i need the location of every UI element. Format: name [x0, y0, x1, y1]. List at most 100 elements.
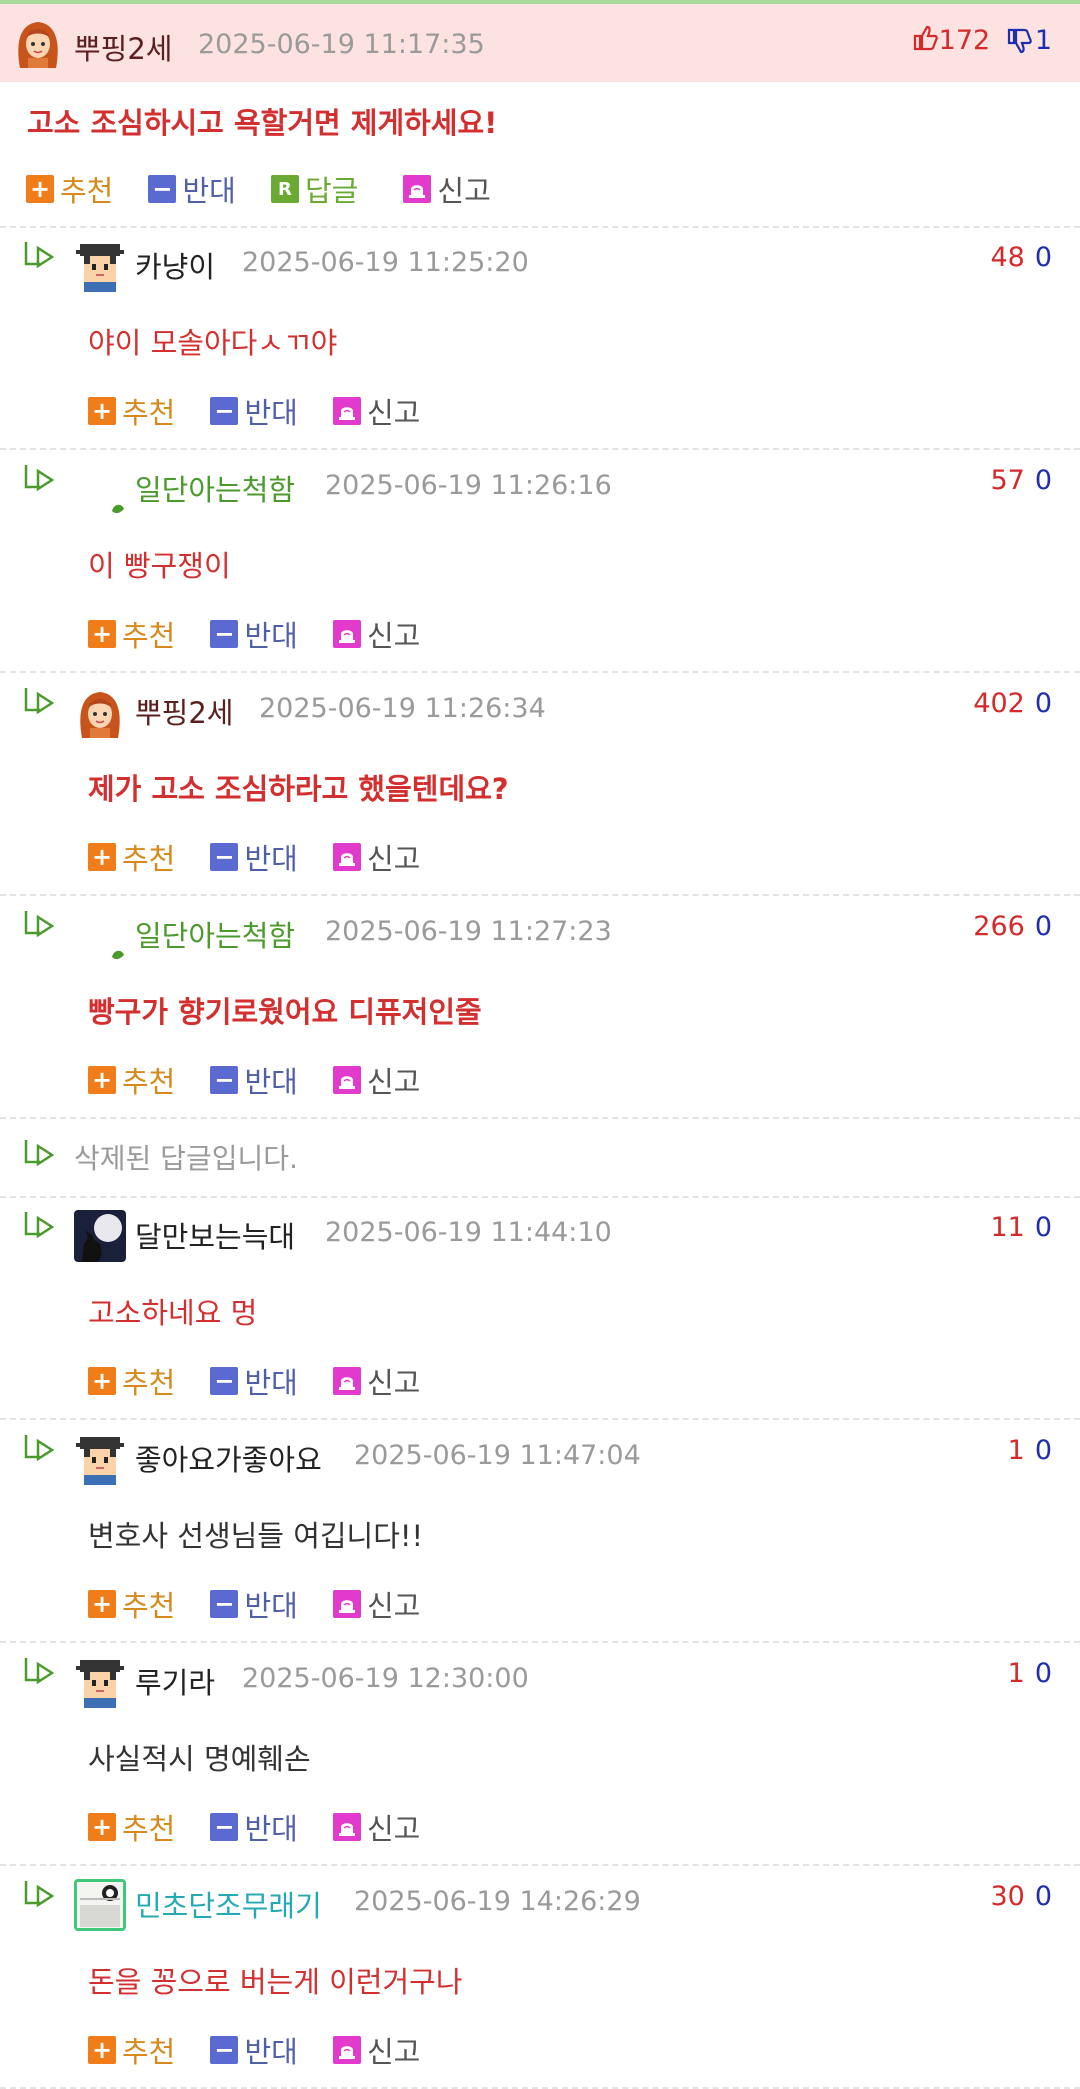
siren-icon — [332, 1066, 361, 1094]
wolf-moon-avatar[interactable] — [74, 1210, 126, 1262]
reply-vote-counts: 11 0 — [990, 1212, 1052, 1243]
reply-author-nick[interactable]: 카냥이 — [135, 244, 215, 286]
reply-down-count[interactable]: 0 — [1035, 1658, 1052, 1689]
plus-icon: + — [88, 620, 116, 648]
reply-down-count[interactable]: 0 — [1035, 688, 1052, 719]
recommend-button[interactable]: + 추천 — [88, 2029, 175, 2071]
plus-icon: + — [88, 1367, 116, 1395]
girl-avatar[interactable] — [74, 686, 126, 738]
leaf-avatar[interactable] — [74, 463, 126, 515]
reply-up-count[interactable]: 1 — [1008, 1658, 1025, 1689]
recommend-button[interactable]: + 추천 — [26, 168, 113, 210]
minus-icon: − — [210, 1367, 239, 1395]
reply-down-count[interactable]: 0 — [1035, 1881, 1052, 1912]
report-button[interactable]: 신고 — [332, 613, 420, 655]
reply-down-count[interactable]: 0 — [1035, 911, 1052, 942]
report-button[interactable]: 신고 — [332, 2029, 420, 2071]
reply-up-count[interactable]: 266 — [973, 911, 1025, 942]
reply-text: 변호사 선생님들 여깁니다!! — [88, 1519, 424, 1553]
divider — [0, 1117, 1080, 1119]
siren-icon — [332, 1367, 361, 1395]
report-button[interactable]: 신고 — [332, 1806, 420, 1848]
comment-date: 2025-06-19 11:17:35 — [198, 29, 485, 60]
recommend-button[interactable]: + 추천 — [88, 1059, 175, 1101]
oppose-button[interactable]: − 반대 — [210, 1806, 298, 1848]
reply-actions: + 추천 − 반대 신고 — [88, 836, 450, 876]
reply-arrow-icon — [22, 1656, 58, 1688]
reply-button[interactable]: R 답글 — [270, 168, 358, 210]
reply-up-count[interactable]: 11 — [990, 1212, 1024, 1243]
reply-down-count[interactable]: 0 — [1035, 1212, 1052, 1243]
reply-vote-counts: 10 — [1008, 1658, 1052, 1689]
recommend-button[interactable]: + 추천 — [88, 390, 175, 432]
oppose-button[interactable]: − 반대 — [148, 168, 236, 210]
leaf-avatar[interactable] — [74, 909, 126, 961]
reply-arrow-icon — [22, 1433, 58, 1465]
reply-arrow-icon — [22, 1879, 58, 1911]
reply-text: 야이 모솔아다ㅅㄲ야 — [88, 326, 338, 360]
divider — [0, 448, 1080, 450]
report-button[interactable]: 신고 — [403, 168, 491, 210]
recommend-button[interactable]: + 추천 — [88, 613, 175, 655]
reply-up-count[interactable]: 48 — [990, 242, 1024, 273]
reply-author-nick[interactable]: 뿌핑2세 — [135, 690, 234, 732]
report-button[interactable]: 신고 — [332, 1360, 420, 1402]
siren-icon — [403, 175, 432, 203]
reply-date: 2025-06-19 11:25:20 — [242, 247, 529, 278]
recommend-button[interactable]: + 추천 — [88, 1806, 175, 1848]
reply-down-count[interactable]: 0 — [1035, 242, 1052, 273]
reply-author-nick[interactable]: 민초단조무래기 — [135, 1883, 322, 1925]
oppose-button[interactable]: − 반대 — [210, 613, 298, 655]
plus-icon: + — [26, 175, 54, 203]
recommend-button[interactable]: + 추천 — [88, 836, 175, 878]
siren-icon — [332, 397, 361, 425]
divider — [0, 1864, 1080, 1866]
reply-author-nick[interactable]: 루기라 — [135, 1660, 215, 1702]
reply-actions: + 추천 − 반대 신고 — [88, 1059, 450, 1099]
minus-icon: − — [210, 1590, 239, 1618]
plus-icon: + — [88, 397, 116, 425]
plus-icon: + — [88, 843, 116, 871]
plus-icon: + — [88, 1590, 116, 1618]
oppose-button[interactable]: − 반대 — [210, 2029, 298, 2071]
reply-date: 2025-06-19 14:26:29 — [354, 1886, 641, 1917]
thumbs-up-icon[interactable] — [911, 24, 939, 59]
reply-text: 제가 고소 조심하라고 했을텐데요? — [88, 772, 509, 806]
report-button[interactable]: 신고 — [332, 1059, 420, 1101]
reply-date: 2025-06-19 11:44:10 — [325, 1217, 612, 1248]
reply-down-count[interactable]: 0 — [1035, 465, 1052, 496]
report-button[interactable]: 신고 — [332, 390, 420, 432]
mint-avatar[interactable] — [74, 1879, 126, 1931]
pixel-boy-avatar[interactable] — [74, 1433, 126, 1485]
reply-author-nick[interactable]: 달만보는늑대 — [135, 1214, 295, 1256]
reply-up-count[interactable]: 57 — [990, 465, 1024, 496]
recommend-button[interactable]: + 추천 — [88, 1360, 175, 1402]
report-button[interactable]: 신고 — [332, 836, 420, 878]
reply-author-nick[interactable]: 좋아요가좋아요 — [135, 1437, 322, 1479]
reply-actions: + 추천 − 반대 신고 — [88, 1583, 450, 1623]
report-button[interactable]: 신고 — [332, 1583, 420, 1625]
oppose-button[interactable]: − 반대 — [210, 390, 298, 432]
pixel-boy-avatar[interactable] — [74, 240, 126, 292]
reply-up-count[interactable]: 1 — [1008, 1435, 1025, 1466]
reply-arrow-icon — [22, 240, 58, 272]
reply-up-count[interactable]: 30 — [990, 1881, 1024, 1912]
pixel-boy-avatar[interactable] — [74, 1656, 126, 1708]
oppose-button[interactable]: − 반대 — [210, 1059, 298, 1101]
reply-up-count[interactable]: 402 — [973, 688, 1025, 719]
main-comment-text: 고소 조심하시고 욕할거면 제게하세요! — [27, 106, 498, 140]
reply-author-nick[interactable]: 일단아는척함 — [135, 913, 295, 955]
main-comment-header: 뿌핑2세 2025-06-19 11:17:35 172 1 — [0, 4, 1080, 82]
reply-actions: + 추천 − 반대 신고 — [88, 613, 450, 653]
reply-down-count[interactable]: 0 — [1035, 1435, 1052, 1466]
girl-avatar[interactable] — [12, 16, 64, 68]
thumbs-down-icon[interactable] — [1005, 27, 1033, 62]
oppose-button[interactable]: − 반대 — [210, 1583, 298, 1625]
reply-author-nick[interactable]: 일단아는척함 — [135, 467, 295, 509]
oppose-button[interactable]: − 반대 — [210, 836, 298, 878]
oppose-button[interactable]: − 반대 — [210, 1360, 298, 1402]
author-nick[interactable]: 뿌핑2세 — [74, 26, 173, 68]
reply-arrow-icon — [22, 1138, 58, 1170]
reply-arrow-icon — [22, 1210, 58, 1242]
recommend-button[interactable]: + 추천 — [88, 1583, 175, 1625]
